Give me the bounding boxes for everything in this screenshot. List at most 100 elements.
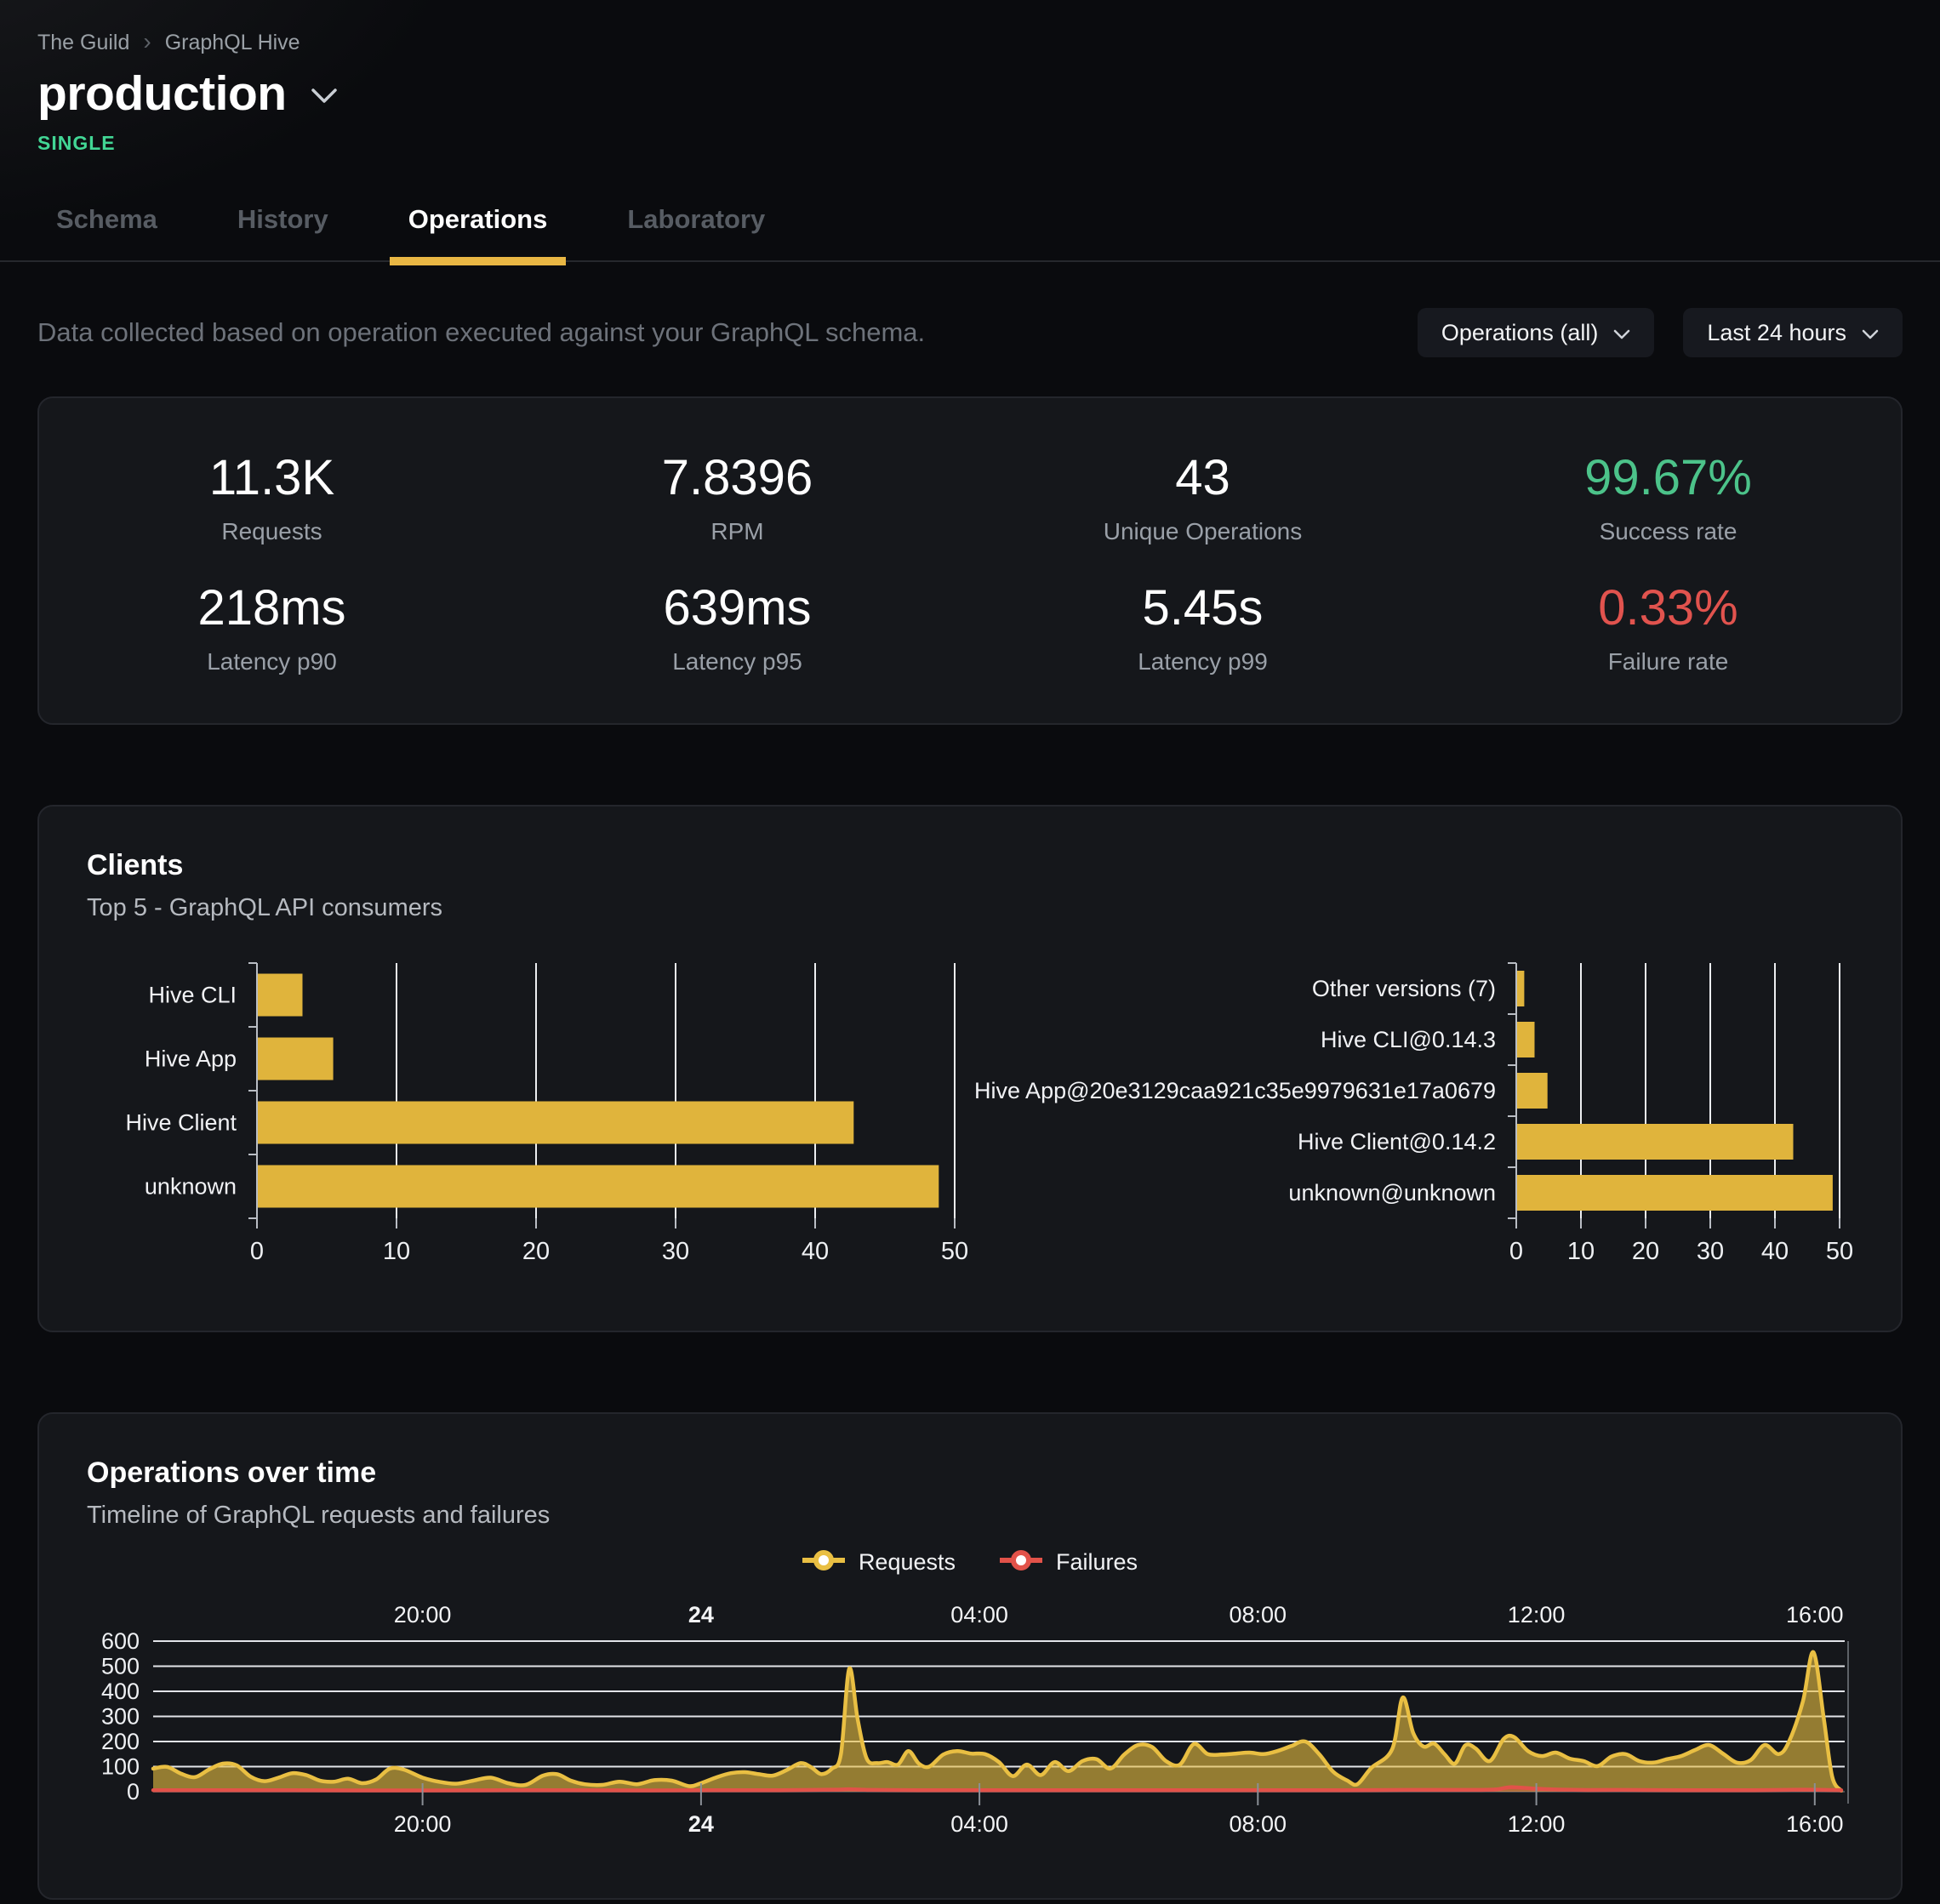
tab-history[interactable]: History [219,204,347,260]
legend-label: Failures [1056,1549,1138,1576]
clients-by-name-bar-chart: Hive CLI Hive App Hive Client unknown 0 10 20 3… [87,955,972,1288]
operations-over-time-chart: 010020030040050060020:0020:00242404:0004… [87,1600,1853,1856]
svg-text:Hive CLI: Hive CLI [148,983,237,1008]
svg-text:50: 50 [941,1238,968,1265]
svg-text:12:00: 12:00 [1508,1811,1566,1837]
chevron-down-icon [1862,320,1879,346]
svg-text:40: 40 [802,1238,829,1265]
filter-dropdown-label: Operations (all) [1441,320,1599,346]
svg-text:40: 40 [1761,1238,1789,1265]
chevron-down-icon [1613,320,1630,346]
chart-legend: Requests Failures [87,1548,1853,1576]
breadcrumb-org[interactable]: The Guild [37,31,129,55]
stat-latency-p95: 639ms Latency p95 [505,562,970,693]
stat-requests: 11.3K Requests [39,432,505,562]
clients-panel-subtitle: Top 5 - GraphQL API consumers [87,894,1853,922]
clients-panel-title: Clients [87,849,1853,882]
svg-text:100: 100 [101,1754,140,1780]
tab-schema[interactable]: Schema [37,204,176,260]
filter-dropdown-0[interactable]: Operations (all) [1418,308,1655,357]
legend-marker-icon [802,1548,845,1576]
breadcrumb: The Guild › GraphQL Hive [37,31,1903,55]
operations-panel-subtitle: Timeline of GraphQL requests and failure… [87,1502,1853,1530]
operations-panel-title: Operations over time [87,1457,1853,1490]
stats-panel: 11.3K Requests7.8396 RPM43 Unique Operation… [37,396,1903,725]
stat-latency-p90: 218ms Latency p90 [39,562,505,693]
legend-marker-icon [1000,1548,1042,1576]
tab-laboratory[interactable]: Laboratory [608,204,784,260]
description-text: Data collected based on operation execut… [37,317,925,348]
filter-dropdown-1[interactable]: Last 24 hours [1683,308,1903,357]
stat-label: Unique Operations [970,518,1435,545]
operations-panel: Operations over time Timeline of GraphQL… [37,1412,1903,1900]
stat-label: Latency p99 [970,648,1435,676]
svg-text:04:00: 04:00 [950,1811,1008,1837]
svg-text:0: 0 [250,1238,264,1265]
svg-text:500: 500 [101,1654,140,1679]
stat-unique-operations: 43 Unique Operations [970,432,1435,562]
breadcrumb-project[interactable]: GraphQL Hive [165,31,300,55]
tab-bar: Schema History Operations Laboratory [0,204,1940,262]
stat-value: 7.8396 [505,449,970,506]
target-type-badge: SINGLE [37,132,1903,155]
stat-success-rate: 99.67% Success rate [1435,432,1901,562]
svg-text:20: 20 [522,1238,550,1265]
svg-text:50: 50 [1826,1238,1853,1265]
svg-text:30: 30 [662,1238,689,1265]
stat-value: 99.67% [1435,449,1901,506]
stat-value: 218ms [39,579,505,636]
stat-value: 11.3K [39,449,505,506]
svg-text:16:00: 16:00 [1786,1811,1844,1837]
svg-text:20:00: 20:00 [394,1811,452,1837]
svg-text:16:00: 16:00 [1786,1602,1844,1628]
svg-text:0: 0 [1509,1238,1523,1265]
svg-text:300: 300 [101,1704,140,1730]
legend-item-requests[interactable]: Requests [802,1548,956,1576]
svg-text:Hive App: Hive App [145,1046,237,1072]
svg-text:200: 200 [101,1729,140,1754]
toolbar: Data collected based on operation execut… [37,308,1903,357]
stat-label: Success rate [1435,518,1901,545]
stat-value: 639ms [505,579,970,636]
legend-label: Requests [859,1549,956,1576]
stat-value: 0.33% [1435,579,1901,636]
stat-label: Requests [39,518,505,545]
svg-text:04:00: 04:00 [950,1602,1008,1628]
chevron-down-icon[interactable] [311,88,338,109]
stat-label: Latency p90 [39,648,505,676]
svg-text:10: 10 [1567,1238,1595,1265]
svg-text:30: 30 [1697,1238,1724,1265]
svg-text:unknown@unknown: unknown@unknown [1288,1180,1496,1206]
clients-by-version-bar-chart: Other versions (7) Hive CLI@0.14.3 Hive Ap… [972,955,1853,1288]
legend-item-failures[interactable]: Failures [1000,1548,1138,1576]
svg-text:12:00: 12:00 [1508,1602,1566,1628]
svg-text:Hive CLI@0.14.3: Hive CLI@0.14.3 [1321,1027,1496,1052]
svg-text:24: 24 [688,1811,714,1837]
svg-text:24: 24 [688,1602,714,1628]
tab-operations[interactable]: Operations [390,204,567,260]
svg-text:Other versions (7): Other versions (7) [1312,976,1496,1001]
stat-label: Failure rate [1435,648,1901,676]
page-header: The Guild › GraphQL Hive production SING… [0,0,1940,155]
filter-dropdown-label: Last 24 hours [1707,320,1846,346]
svg-text:20: 20 [1632,1238,1659,1265]
svg-text:08:00: 08:00 [1230,1811,1287,1837]
svg-text:20:00: 20:00 [394,1602,452,1628]
svg-text:400: 400 [101,1679,140,1704]
filters: Operations (all) Last 24 hours [1418,308,1903,357]
stat-value: 43 [970,449,1435,506]
stat-rpm: 7.8396 RPM [505,432,970,562]
stat-failure-rate: 0.33% Failure rate [1435,562,1901,693]
svg-text:08:00: 08:00 [1230,1602,1287,1628]
svg-text:Hive Client@0.14.2: Hive Client@0.14.2 [1298,1129,1496,1154]
stat-label: RPM [505,518,970,545]
page-title: production [37,66,287,122]
svg-text:10: 10 [383,1238,410,1265]
svg-text:600: 600 [101,1628,140,1654]
clients-panel: Clients Top 5 - GraphQL API consumers Hi… [37,805,1903,1332]
chevron-right-icon: › [143,30,151,54]
svg-text:Hive Client: Hive Client [125,1110,237,1136]
svg-text:Hive App@20e3129caa921c35e9979: Hive App@20e3129caa921c35e9979631e17a067… [974,1078,1496,1103]
svg-text:unknown: unknown [145,1174,237,1200]
stat-label: Latency p95 [505,648,970,676]
